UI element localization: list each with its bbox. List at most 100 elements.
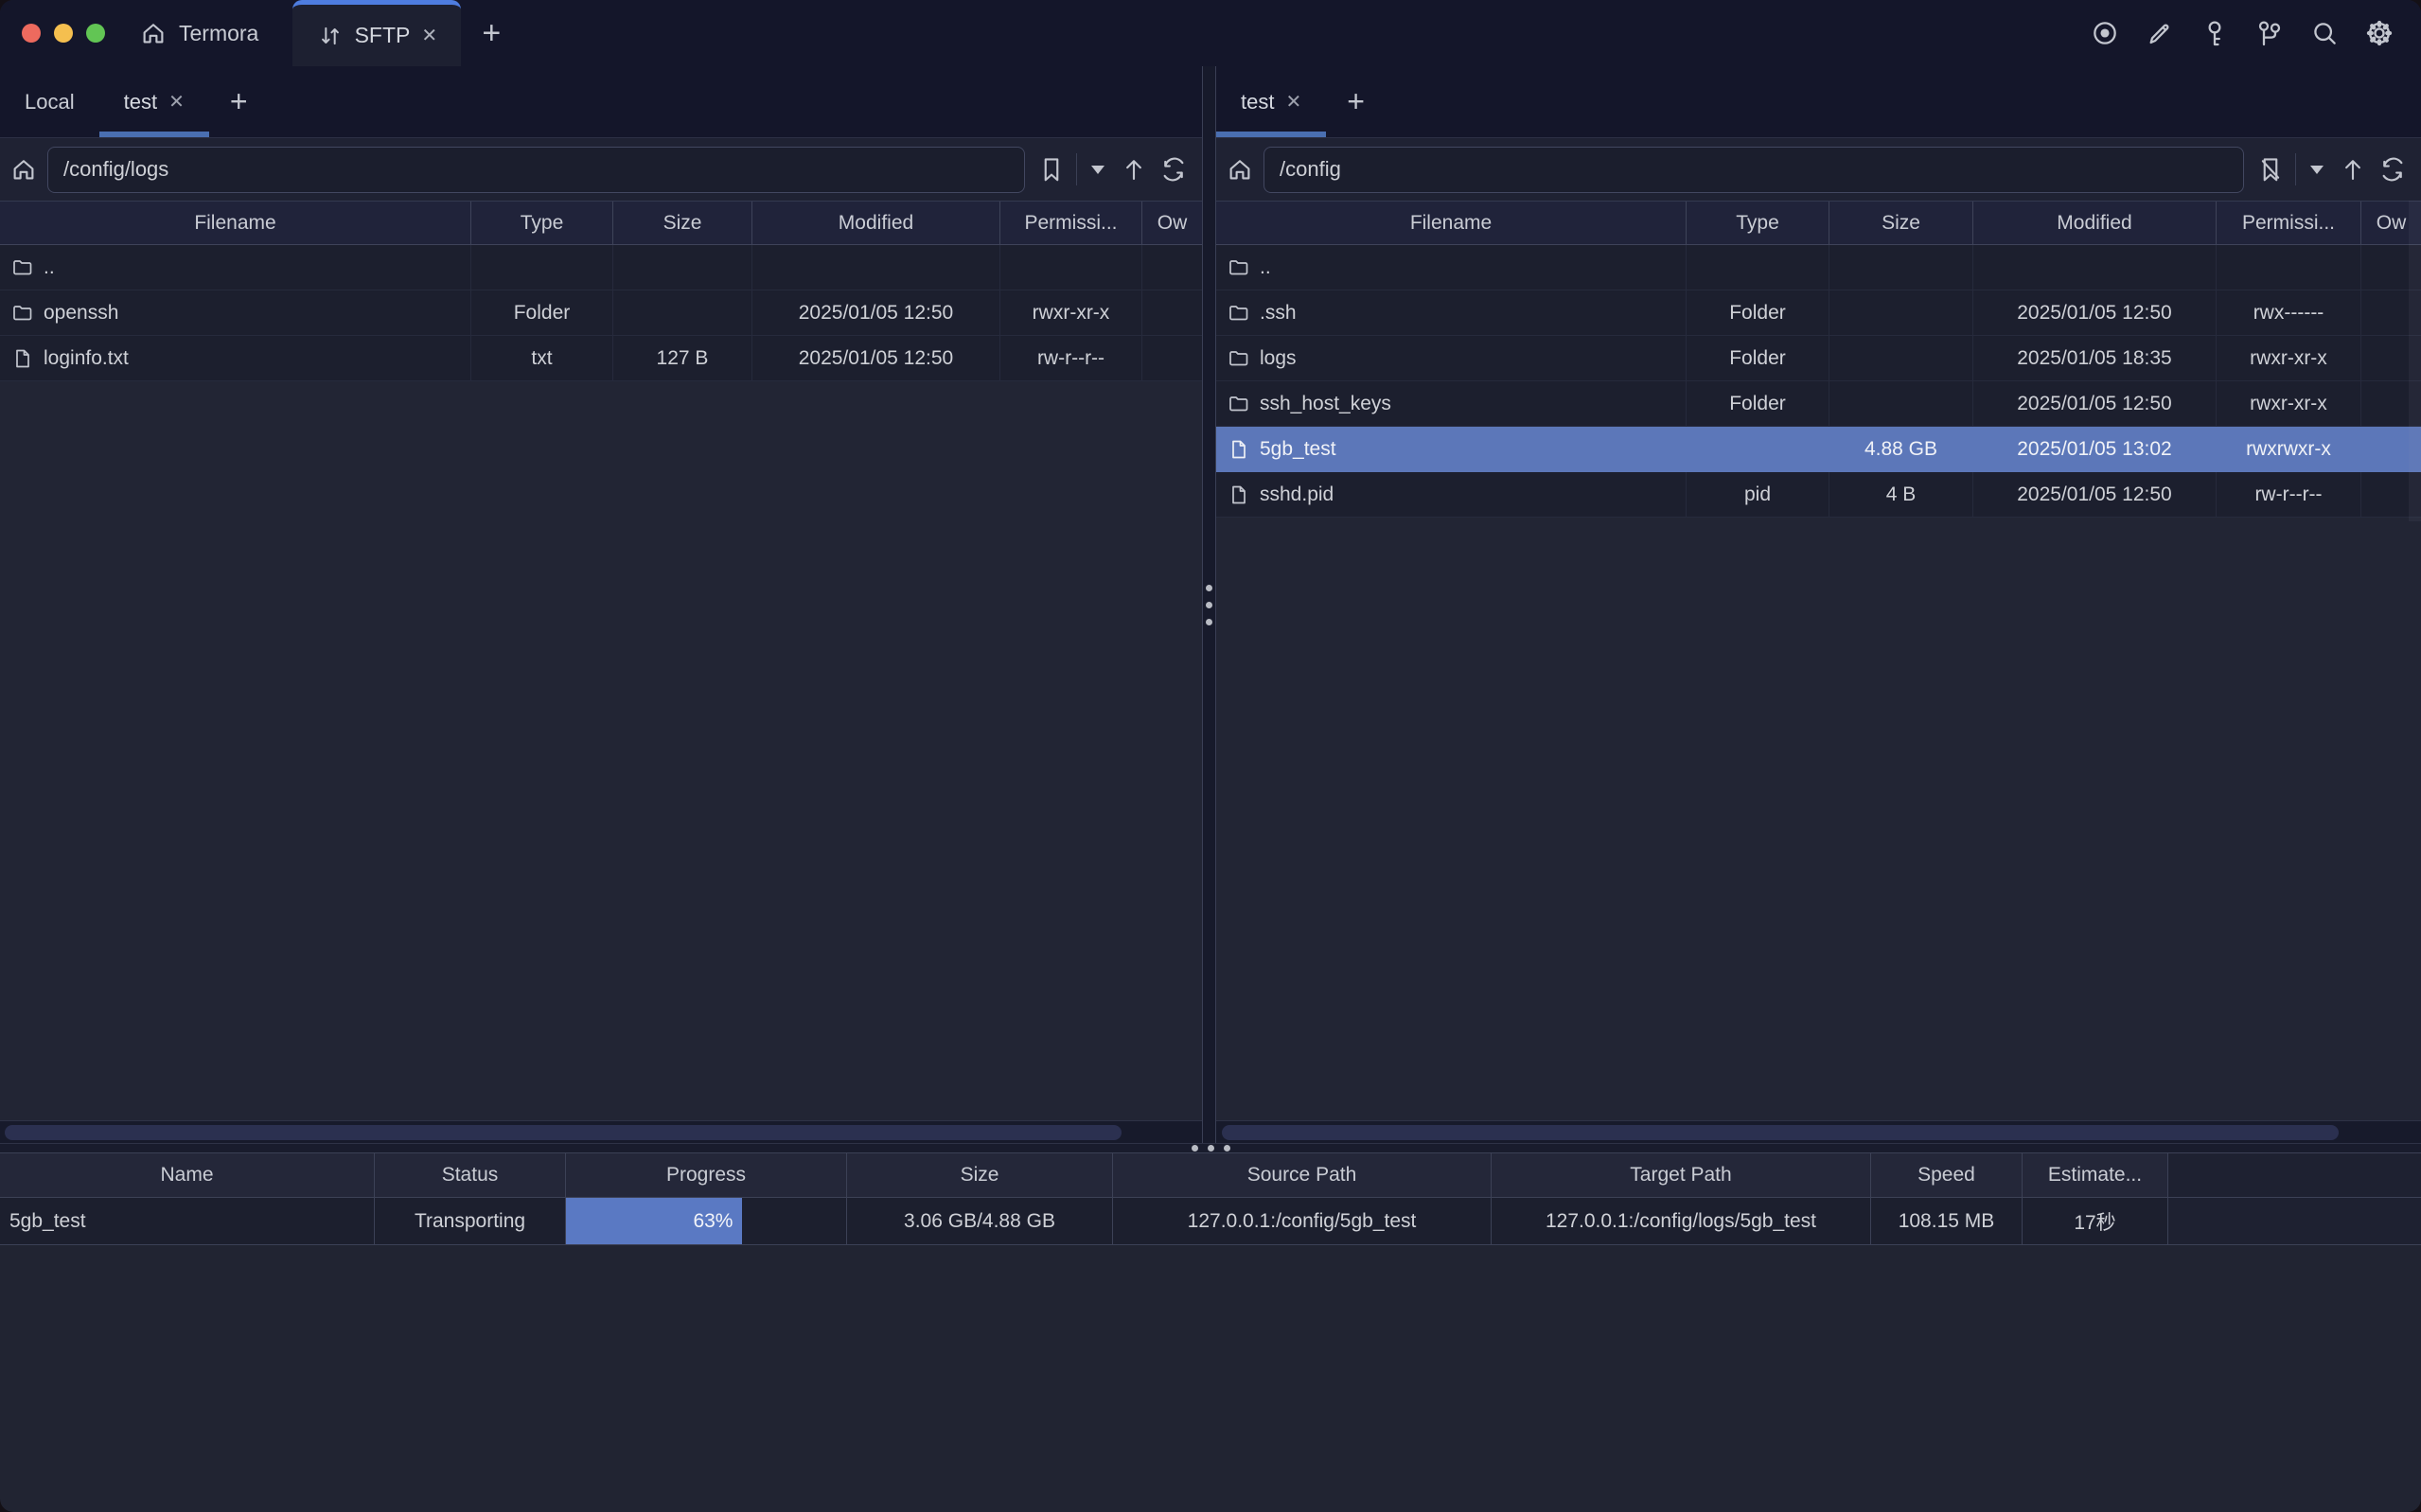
left-add-tab-button[interactable]: + (209, 66, 269, 137)
table-row-selected[interactable]: 5gb_test 4.88 GB 2025/01/05 13:02 rwxrwx… (1216, 427, 2421, 472)
arrow-up-icon[interactable] (2336, 152, 2370, 186)
file-modified: 2025/01/05 18:35 (1973, 336, 2217, 381)
column-modified[interactable]: Modified (1973, 202, 2217, 244)
close-window-button[interactable] (22, 24, 41, 43)
scrollbar-thumb[interactable] (5, 1125, 1122, 1140)
file-modified (752, 245, 1000, 290)
table-row[interactable]: .ssh Folder 2025/01/05 12:50 rwx------ (1216, 290, 2421, 336)
column-source-path[interactable]: Source Path (1113, 1153, 1492, 1198)
caret-down-icon[interactable] (2304, 152, 2330, 186)
tab-left-test[interactable]: test ✕ (99, 66, 209, 137)
column-modified[interactable]: Modified (752, 202, 1000, 244)
column-speed[interactable]: Speed (1871, 1153, 2023, 1198)
traffic-lights (0, 0, 130, 66)
column-target-path[interactable]: Target Path (1492, 1153, 1871, 1198)
transfers-splitter[interactable] (0, 1143, 2421, 1153)
settings-gear-icon[interactable] (2362, 16, 2396, 50)
column-filename[interactable]: Filename (0, 202, 471, 244)
arrow-up-icon[interactable] (1117, 152, 1151, 186)
table-row[interactable]: .. (1216, 245, 2421, 290)
app-home-tab[interactable]: Termora (130, 0, 292, 66)
divider (1076, 153, 1077, 185)
table-row[interactable]: sshd.pid pid 4 B 2025/01/05 12:50 rw-r--… (1216, 472, 2421, 518)
titlebar-actions (2088, 0, 2421, 66)
tab-right-test-close-icon[interactable]: ✕ (1285, 90, 1301, 114)
refresh-icon[interactable] (1157, 152, 1191, 186)
table-row[interactable]: logs Folder 2025/01/05 18:35 rwxr-xr-x (1216, 336, 2421, 381)
file-type (471, 245, 613, 290)
column-progress[interactable]: Progress (566, 1153, 847, 1198)
column-name[interactable]: Name (0, 1153, 375, 1198)
transfer-status: Transporting (375, 1198, 566, 1245)
left-table-empty-area (0, 381, 1202, 1120)
panel-splitter[interactable] (1202, 66, 1216, 1143)
home-icon[interactable] (1226, 155, 1254, 184)
file-name: loginfo.txt (44, 347, 129, 370)
zoom-window-button[interactable] (86, 24, 105, 43)
file-size (1829, 381, 1973, 427)
keygen-branch-icon[interactable] (2253, 16, 2287, 50)
file-modified (1973, 245, 2217, 290)
left-path-input[interactable] (47, 147, 1025, 193)
search-icon[interactable] (2307, 16, 2341, 50)
divider (2295, 153, 2296, 185)
tab-local[interactable]: Local (0, 66, 99, 137)
scrollbar-thumb[interactable] (1222, 1125, 2339, 1140)
minimize-window-button[interactable] (54, 24, 73, 43)
column-estimate[interactable]: Estimate... (2023, 1153, 2168, 1198)
caret-down-icon[interactable] (1085, 152, 1111, 186)
file-name: ssh_host_keys (1260, 393, 1391, 415)
right-table-empty-area (1216, 518, 2421, 1120)
file-type: Folder (1687, 381, 1829, 427)
file-size (613, 290, 752, 336)
file-permissions: rwxr-xr-x (2217, 381, 2361, 427)
splitter-grip-icon (1206, 585, 1212, 625)
left-file-table: Filename Type Size Modified Permissi... … (0, 201, 1202, 1143)
tab-right-test[interactable]: test ✕ (1216, 66, 1326, 137)
left-horizontal-scrollbar[interactable] (0, 1120, 1202, 1143)
column-size[interactable]: Size (1829, 202, 1973, 244)
right-path-input[interactable] (1264, 147, 2244, 193)
column-type[interactable]: Type (471, 202, 613, 244)
new-terminal-tab-button[interactable]: + (461, 0, 521, 66)
file-icon (1228, 438, 1250, 461)
transfer-name: 5gb_test (0, 1198, 375, 1245)
column-permissions[interactable]: Permissi... (2217, 202, 2361, 244)
column-permissions[interactable]: Permissi... (1000, 202, 1142, 244)
column-size[interactable]: Size (613, 202, 752, 244)
bookmark-icon[interactable] (1034, 152, 1069, 186)
file-permissions: rwx------ (2217, 290, 2361, 336)
record-icon[interactable] (2088, 16, 2122, 50)
right-pathbar (1216, 138, 2421, 201)
file-icon (1228, 483, 1250, 506)
right-horizontal-scrollbar[interactable] (1216, 1120, 2421, 1143)
tab-left-test-close-icon[interactable]: ✕ (168, 90, 185, 114)
splitter-grip-icon (1192, 1145, 1230, 1152)
key-icon[interactable] (2198, 16, 2232, 50)
file-owner (1142, 336, 1202, 381)
file-name: openssh (44, 302, 118, 325)
table-row[interactable]: .. (0, 245, 1202, 290)
column-filename[interactable]: Filename (1216, 202, 1687, 244)
refresh-icon[interactable] (2376, 152, 2410, 186)
right-vertical-scrollbar[interactable] (2409, 201, 2421, 521)
file-permissions: rwxr-xr-x (1000, 290, 1142, 336)
transfer-row[interactable]: 5gb_test Transporting 63% 3.06 GB/4.88 G… (0, 1198, 2421, 1245)
edit-pencil-icon[interactable] (2143, 16, 2177, 50)
right-table-header: Filename Type Size Modified Permissi... … (1216, 201, 2421, 245)
left-file-panel: Local test ✕ + (0, 66, 1202, 1143)
right-path-tools (2253, 152, 2410, 186)
tab-sftp-close-icon[interactable]: ✕ (421, 24, 437, 47)
file-name: sshd.pid (1260, 483, 1334, 506)
column-status[interactable]: Status (375, 1153, 566, 1198)
table-row[interactable]: loginfo.txt txt 127 B 2025/01/05 12:50 r… (0, 336, 1202, 381)
column-owner[interactable]: Ow (1142, 202, 1202, 244)
tab-sftp[interactable]: SFTP ✕ (292, 0, 461, 66)
column-type[interactable]: Type (1687, 202, 1829, 244)
table-row[interactable]: openssh Folder 2025/01/05 12:50 rwxr-xr-… (0, 290, 1202, 336)
table-row[interactable]: ssh_host_keys Folder 2025/01/05 12:50 rw… (1216, 381, 2421, 427)
bookmark-slash-icon[interactable] (2253, 152, 2288, 186)
home-icon[interactable] (9, 155, 38, 184)
right-add-tab-button[interactable]: + (1326, 66, 1386, 137)
column-size[interactable]: Size (847, 1153, 1113, 1198)
